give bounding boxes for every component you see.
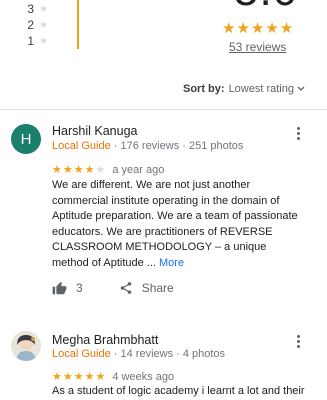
review-text: We are different. We are not just anothe… [52,178,302,272]
reviewer-meta: Local Guide · 176 reviews · 251 photos [52,140,243,152]
avatar[interactable] [11,331,41,361]
review-item: H Harshil Kanuga Local Guide · 176 revie… [0,110,327,310]
distribution-row-3: 3 ★ [26,1,48,17]
average-rating-stars: ★★★★★ [222,20,295,37]
distribution-row-2: 2 ★ [26,17,48,33]
avatar-photo [11,331,41,361]
like-button[interactable]: 3 [52,281,83,295]
more-options-icon[interactable] [297,335,301,348]
more-options-icon[interactable] [297,127,301,140]
star-icon: ★ [39,19,48,31]
avatar[interactable]: H [11,124,41,154]
star-filled: ★★★★★ [52,371,107,383]
star-filled: ★★★★ [52,164,96,176]
review-actions: 3 Share [52,281,174,295]
reviewer-meta: Local Guide · 14 reviews · 4 photos [52,348,225,360]
reviewer-name[interactable]: Harshil Kanuga [52,124,137,138]
star-empty: ★ [95,164,107,176]
thumbs-up-icon [52,281,67,295]
distribution-axis [77,0,79,49]
distribution-label: 2 [27,18,34,32]
like-count: 3 [76,281,83,295]
sort-label: Sort by: [183,83,225,95]
reviewer-stats: · 176 reviews · 251 photos [110,140,244,152]
review-rating-row: ★★★★★ 4 weeks ago [52,370,175,384]
review-count-link[interactable]: 53 reviews [229,40,286,54]
review-text-content: As a student of logic academy i learnt a… [52,385,305,397]
review-stars: ★★★★★ [52,370,106,383]
reviewer-stats: · 14 reviews · 4 photos [110,348,226,360]
share-button[interactable]: Share [119,281,174,295]
share-icon [119,281,133,295]
review-time: 4 weeks ago [112,370,175,383]
local-guide-badge: Local Guide [52,140,111,152]
avatar-letter: H [20,130,32,148]
distribution-label: 3 [27,2,34,16]
review-time: a year ago [112,163,165,176]
review-text: As a student of logic academy i learnt a… [52,384,312,400]
review-stars: ★★★★★ [52,163,106,176]
average-rating-value: 5.0 [234,0,298,16]
chevron-down-icon [297,84,305,94]
distribution-row-1: 1 ★ [26,33,48,49]
star-icon: ★ [39,3,48,15]
sort-dropdown[interactable]: Sort by: Lowest rating [183,83,305,95]
share-label: Share [141,281,174,295]
more-link[interactable]: More [159,257,184,269]
star-icon: ★ [39,35,48,47]
sort-value: Lowest rating [228,83,294,95]
review-rating-row: ★★★★★ a year ago [52,163,165,177]
review-item: Megha Brahmbhatt Local Guide · 14 review… [0,318,327,400]
reviewer-name[interactable]: Megha Brahmbhatt [52,333,158,347]
distribution-label: 1 [27,34,34,48]
review-text-content: We are different. We are not just anothe… [52,179,298,269]
local-guide-badge: Local Guide [52,348,111,360]
